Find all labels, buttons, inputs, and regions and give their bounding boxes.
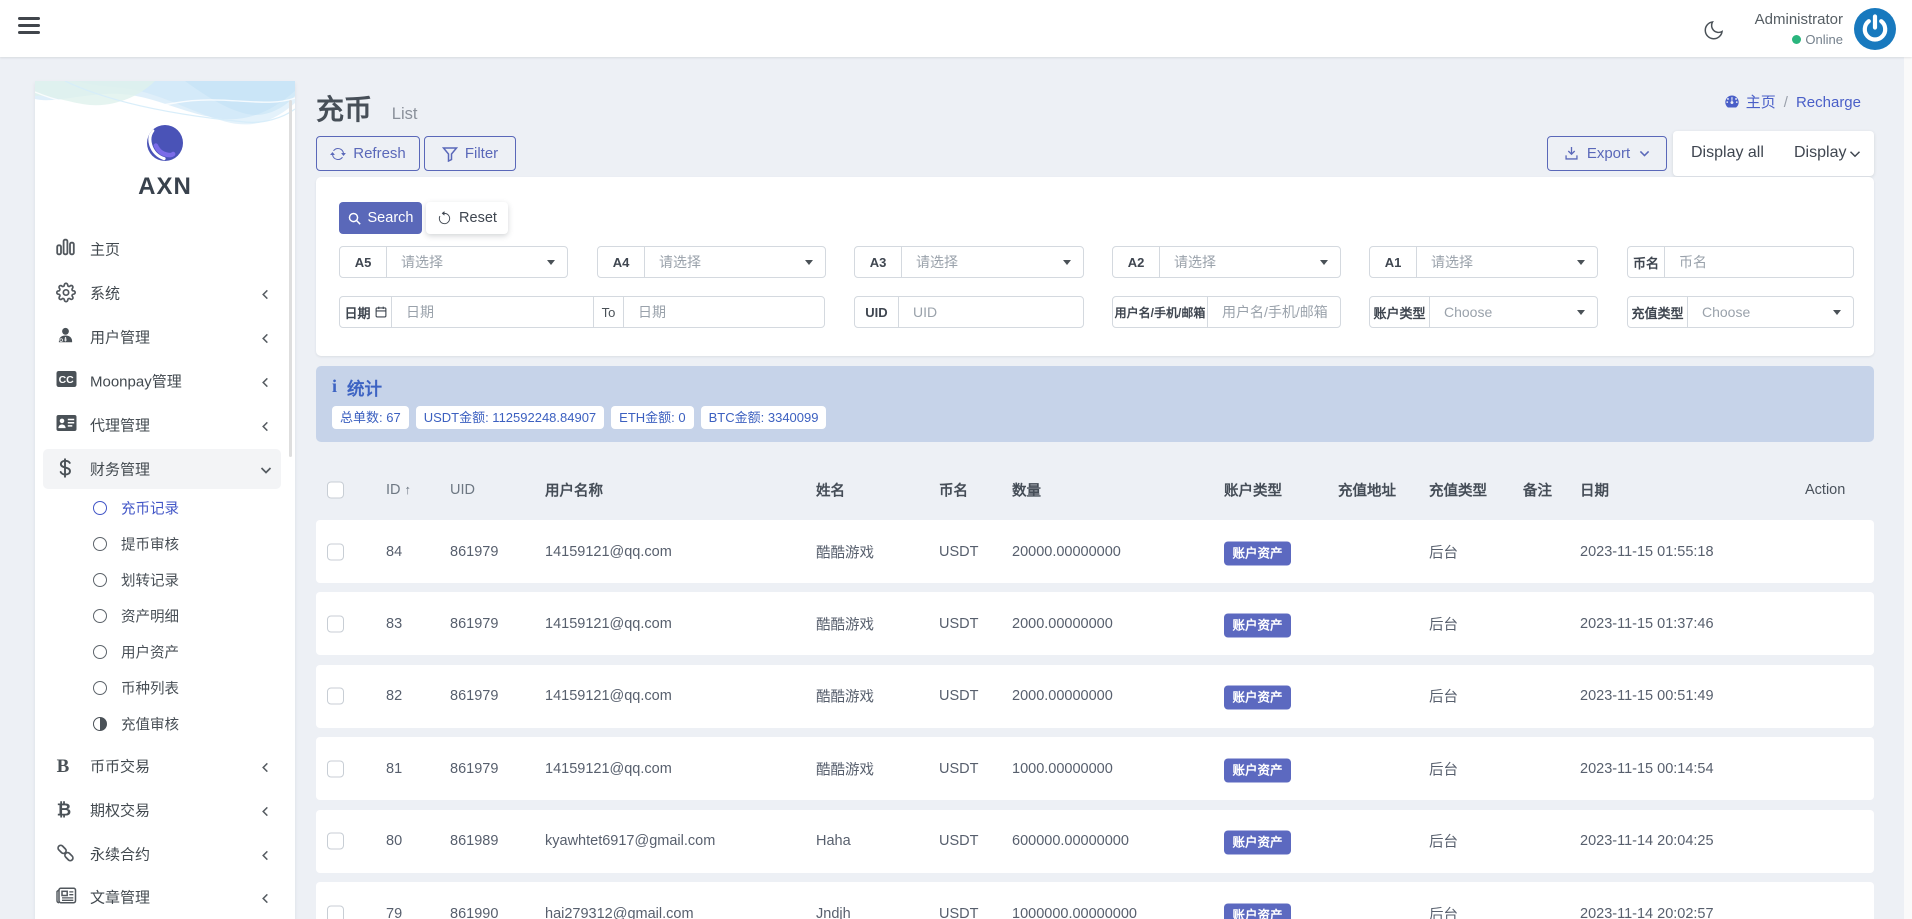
svg-text:CC: CC: [59, 374, 75, 386]
svg-text:B: B: [57, 756, 70, 775]
svg-text:₿: ₿: [57, 800, 72, 819]
